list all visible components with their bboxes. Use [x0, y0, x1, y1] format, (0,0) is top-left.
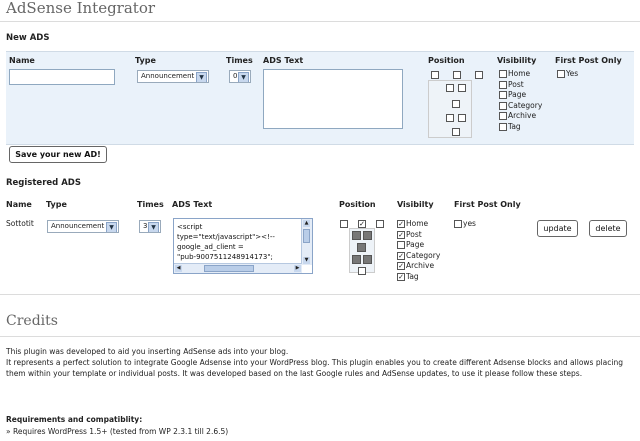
reg-col-visibility: Visibilty [397, 200, 434, 209]
reg-visibility-list: ✓ Home ✓ Post Page ✓ Category ✓ Archive ✓ Tag [397, 219, 440, 282]
page-title: AdSense Integrator [6, 0, 156, 17]
visibility-archive[interactable]: ✓ Archive [397, 261, 440, 272]
visibility-home[interactable]: ✓ Home [397, 219, 440, 230]
pos-inner[interactable] [458, 114, 466, 122]
pos-bottom[interactable] [358, 267, 366, 275]
pos-inner[interactable] [363, 255, 372, 264]
update-button[interactable]: update [537, 220, 578, 237]
new-type-select[interactable]: Announcement ▼ [137, 70, 209, 83]
col-type: Type [135, 56, 156, 65]
reg-ads-textarea[interactable]: <script type="text/javascript"><!-- goog… [173, 218, 313, 274]
reg-col-first-post: First Post Only [454, 200, 521, 209]
new-ads-textarea[interactable] [263, 69, 403, 129]
pos-top-right[interactable] [475, 71, 483, 79]
reg-type-value: Announcement [51, 222, 105, 230]
pos-middle[interactable] [357, 243, 366, 252]
scroll-right-icon[interactable]: ▶ [294, 265, 301, 272]
reg-col-position: Position [339, 200, 376, 209]
visibility-post[interactable]: Post [499, 80, 542, 91]
new-times-select[interactable]: 0 ▼ [229, 70, 251, 83]
visibility-post[interactable]: ✓ Post [397, 230, 440, 241]
reg-times-value: 3 [143, 222, 148, 230]
ads-code-line: type="text/javascript"><!-- [177, 233, 275, 241]
visibility-tag[interactable]: ✓ Tag [397, 272, 440, 283]
pos-inner[interactable] [446, 114, 454, 122]
col-times: Times [226, 56, 253, 65]
visibility-page[interactable]: Page [397, 240, 440, 251]
new-type-value: Announcement [141, 72, 195, 80]
scroll-thumb[interactable] [303, 229, 310, 243]
divider [0, 21, 640, 22]
new-times-value: 0 [233, 72, 238, 80]
new-visibility-list: Home Post Page Category Archive Tag [499, 69, 542, 132]
chevron-down-icon: ▼ [106, 222, 117, 232]
chevron-down-icon: ▼ [196, 72, 207, 82]
visibility-archive[interactable]: Archive [499, 111, 542, 122]
reg-col-type: Type [46, 200, 67, 209]
pos-inner[interactable] [458, 84, 466, 92]
delete-button[interactable]: delete [589, 220, 627, 237]
visibility-category[interactable]: Category [499, 101, 542, 112]
reg-times-select[interactable]: 3 ▼ [139, 220, 161, 233]
chevron-down-icon: ▼ [238, 72, 249, 82]
pos-top-center[interactable] [453, 71, 461, 79]
requirements-title: Requirements and compatiblity: [6, 415, 143, 424]
ads-code-line: <script [177, 223, 203, 231]
scroll-left-icon[interactable]: ◀ [175, 265, 182, 272]
reg-col-times: Times [137, 200, 164, 209]
credits-title: Credits [6, 313, 58, 329]
visibility-page[interactable]: Page [499, 90, 542, 101]
pos-top-center[interactable]: ✓ [358, 220, 366, 228]
vertical-scrollbar[interactable]: ▲ ▼ [301, 219, 312, 265]
reg-row-name: Sottotit [6, 219, 34, 228]
pos-inner[interactable] [446, 84, 454, 92]
divider [0, 336, 640, 337]
ads-code-line: "pub-9007511248914173"; [177, 253, 273, 261]
registered-ads-title: Registered ADS [6, 178, 81, 188]
pos-middle[interactable] [452, 100, 460, 108]
first-post-yes[interactable]: Yes [557, 69, 578, 80]
new-ads-title: New ADS [6, 33, 50, 43]
reg-first-post: yes [454, 219, 476, 230]
requirements-item: » Requires WordPress 1.5+ (tested from W… [6, 427, 229, 436]
col-name: Name [9, 56, 35, 65]
first-post-yes[interactable]: yes [454, 219, 476, 230]
reg-type-select[interactable]: Announcement ▼ [47, 220, 119, 233]
scroll-down-icon[interactable]: ▼ [303, 257, 310, 264]
visibility-tag[interactable]: Tag [499, 122, 542, 133]
col-position: Position [428, 56, 465, 65]
chevron-down-icon: ▼ [148, 222, 159, 232]
pos-bottom[interactable] [452, 128, 460, 136]
pos-inner[interactable] [352, 255, 361, 264]
pos-inner[interactable] [352, 231, 361, 240]
new-first-post: Yes [557, 69, 578, 80]
ads-code-line: google_ad_client = [177, 243, 244, 251]
pos-inner[interactable] [363, 231, 372, 240]
scroll-thumb[interactable] [204, 265, 254, 272]
pos-top-left[interactable] [340, 220, 348, 228]
credits-intro: This plugin was developed to aid you ins… [6, 347, 289, 356]
pos-top-right[interactable] [376, 220, 384, 228]
horizontal-scrollbar[interactable]: ◀ ▶ [174, 263, 302, 273]
col-first-post: First Post Only [555, 56, 622, 65]
credits-description: It represents a perfect solution to inte… [6, 358, 623, 378]
divider [0, 294, 640, 295]
visibility-category[interactable]: ✓ Category [397, 251, 440, 262]
reg-col-ads-text: ADS Text [172, 200, 213, 209]
save-ad-button[interactable]: Save your new AD! [9, 146, 107, 163]
visibility-home[interactable]: Home [499, 69, 542, 80]
col-ads-text: ADS Text [263, 56, 304, 65]
scroll-up-icon[interactable]: ▲ [303, 220, 310, 227]
new-name-input[interactable] [9, 69, 115, 85]
col-visibility: Visibility [497, 56, 537, 65]
pos-top-left[interactable] [431, 71, 439, 79]
reg-col-name: Name [6, 200, 32, 209]
